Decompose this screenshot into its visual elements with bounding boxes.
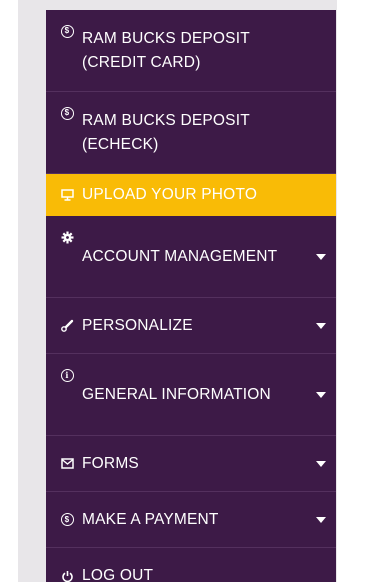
dollar-coin-icon: $ [60,106,74,120]
menu-item-label: ACCOUNT MANAGEMENT [82,247,278,265]
envelope-icon [60,457,74,471]
menu-item-general-information[interactable]: i GENERAL INFORMATION [46,354,336,436]
menu-item-ram-bucks-credit-card[interactable]: $ RAM BUCKS DEPOSIT (CREDIT CARD) [46,10,336,92]
page: $ RAM BUCKS DEPOSIT (CREDIT CARD) $ RAM … [0,0,365,582]
dollar-coin-icon: $ [60,24,74,38]
right-gutter [337,0,365,582]
menu-item-log-out[interactable]: LOG OUT [46,548,336,582]
menu-item-make-a-payment[interactable]: $ MAKE A PAYMENT [46,492,336,548]
menu-item-account-management[interactable]: ACCOUNT MANAGEMENT [46,216,336,298]
chevron-down-icon[interactable] [316,253,326,260]
chevron-down-icon[interactable] [316,391,326,398]
menu-item-label: RAM BUCKS DEPOSIT (CREDIT CARD) [82,29,250,71]
dollar-coin-icon: $ [60,513,74,527]
chevron-down-icon[interactable] [316,322,326,329]
chevron-down-icon[interactable] [316,516,326,523]
menu-item-personalize[interactable]: PERSONALIZE [46,298,336,354]
menu-item-ram-bucks-echeck[interactable]: $ RAM BUCKS DEPOSIT (ECHECK) [46,92,336,174]
menu-item-label: MAKE A PAYMENT [82,510,219,528]
menu-item-label: PERSONALIZE [82,316,193,334]
power-icon [60,569,74,582]
left-gutter [0,0,18,582]
menu-item-upload-photo[interactable]: UPLOAD YOUR PHOTO [46,174,336,216]
menu-item-label: UPLOAD YOUR PHOTO [82,186,258,203]
brush-icon [60,319,74,333]
menu-item-forms[interactable]: FORMS [46,436,336,492]
gear-icon [60,230,74,244]
chevron-down-icon[interactable] [316,460,326,467]
menu-item-label: FORMS [82,454,139,472]
menu-item-label: RAM BUCKS DEPOSIT (ECHECK) [82,111,250,153]
info-icon: i [60,368,74,382]
menu-item-label: GENERAL INFORMATION [82,385,271,403]
sidebar-menu: $ RAM BUCKS DEPOSIT (CREDIT CARD) $ RAM … [46,10,336,582]
menu-item-label: LOG OUT [82,567,154,582]
monitor-icon [60,188,74,202]
